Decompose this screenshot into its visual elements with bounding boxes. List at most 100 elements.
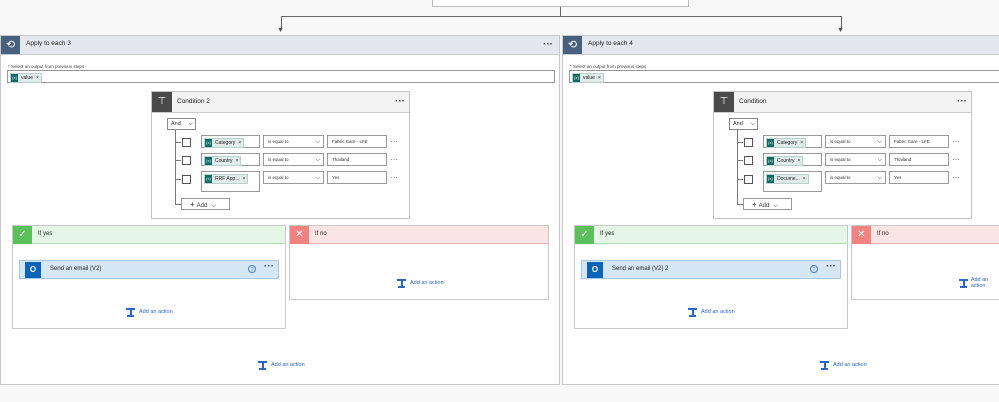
remove-token-icon[interactable]: ×: [238, 140, 241, 146]
add-action-button[interactable]: Add an action: [959, 277, 999, 289]
condition-lhs-field[interactable]: {x} Category ×: [201, 135, 260, 148]
operator-select[interactable]: is equal to ⌵: [263, 135, 324, 148]
add-action-button[interactable]: Add an action: [820, 359, 867, 371]
add-action-button[interactable]: Add an action: [126, 306, 173, 318]
condition: ⊤ Condition ··· And ⌵ {x} Category × is e…: [713, 91, 972, 219]
row-checkbox[interactable]: [744, 156, 753, 165]
add-action-icon: [820, 360, 829, 370]
remove-token-icon[interactable]: ×: [598, 75, 601, 81]
condition-lhs-field[interactable]: {x} Category ×: [763, 135, 822, 148]
row-more-icon[interactable]: ···: [952, 174, 960, 182]
output-input[interactable]: {x} value ×: [7, 70, 555, 83]
row-more-icon[interactable]: ···: [952, 138, 960, 146]
row-more-icon[interactable]: ···: [390, 174, 398, 182]
operator-select[interactable]: is equal to ⌵: [825, 135, 886, 148]
more-options-icon[interactable]: ···: [264, 262, 274, 272]
tree-line: [737, 179, 743, 180]
condition-value-input[interactable]: Thailand: [327, 153, 387, 166]
value-token[interactable]: {x} value ×: [10, 73, 42, 83]
approval-token[interactable]: {x} RRF App... ×: [204, 174, 249, 184]
if-no-header[interactable]: ✕ If no: [852, 226, 999, 244]
condition-value-input[interactable]: Fabric Care - LFE: [889, 135, 949, 148]
add-action-icon: [688, 307, 697, 317]
if-yes-header[interactable]: ✓ If yes: [575, 226, 847, 244]
remove-token-icon[interactable]: ×: [36, 75, 39, 81]
row-more-icon[interactable]: ···: [390, 156, 398, 164]
condition-title: Condition: [739, 98, 767, 105]
add-action-button[interactable]: Add an action: [688, 306, 735, 318]
more-options-icon[interactable]: ···: [826, 262, 836, 272]
condition-value-input[interactable]: Thailand: [889, 153, 949, 166]
condition-lhs-field[interactable]: {x} Country ×: [763, 153, 822, 166]
row-more-icon[interactable]: ···: [390, 138, 398, 146]
row-checkbox[interactable]: [744, 175, 753, 184]
if-no-branch: ✕ If no Add an action: [289, 225, 549, 300]
value-token[interactable]: {x} value ×: [572, 73, 604, 83]
loop-title: Apply to each 4: [588, 40, 633, 47]
condition-lhs-field[interactable]: {x} RRF App... ×: [201, 171, 260, 192]
row-checkbox[interactable]: [182, 156, 191, 165]
add-row-button[interactable]: + Add ⌵: [743, 198, 792, 210]
remove-token-icon[interactable]: ×: [236, 158, 239, 164]
condition-value-input[interactable]: Fabric Care - LFE: [327, 135, 387, 148]
add-action-icon: [397, 278, 406, 288]
condition-value-input[interactable]: Yes: [327, 171, 387, 184]
loop-header[interactable]: ⟲ Apply to each 4: [563, 36, 999, 55]
group-operator-select[interactable]: And ⌵: [729, 118, 758, 130]
dynamic-content-icon: {x}: [11, 74, 18, 82]
help-icon[interactable]: ?: [248, 265, 256, 273]
send-email-action[interactable]: O Send an email (V2) 2 ? ···: [581, 260, 841, 279]
document-token[interactable]: {x} Docume... ×: [766, 174, 809, 184]
row-checkbox[interactable]: [182, 138, 191, 147]
operator-select[interactable]: is equal to ⌵: [825, 153, 886, 166]
condition-header[interactable]: ⊤ Condition ···: [714, 92, 971, 113]
condition-lhs-field[interactable]: {x} Docume... ×: [763, 171, 822, 192]
condition-icon: ⊤: [714, 92, 734, 112]
if-yes-header[interactable]: ✓ If yes: [13, 226, 285, 244]
remove-token-icon[interactable]: ×: [800, 140, 803, 146]
group-operator-select[interactable]: And ⌵: [167, 118, 196, 130]
arrow-down-icon: ▼: [837, 27, 844, 34]
loop-header[interactable]: ⟲ Apply to each 3 ···: [1, 36, 559, 55]
more-options-icon[interactable]: ···: [543, 40, 553, 50]
condition-lhs-field[interactable]: {x} Country ×: [201, 153, 260, 166]
arrow-down-icon: ▼: [277, 27, 284, 34]
operator-select[interactable]: is equal to ⌵: [825, 171, 886, 184]
close-icon: ✕: [852, 226, 871, 244]
add-action-button[interactable]: Add an action: [397, 277, 444, 289]
if-no-header[interactable]: ✕ If no: [290, 226, 548, 244]
operator-select[interactable]: is equal to ⌵: [263, 171, 324, 184]
output-input[interactable]: {x} value ×: [569, 70, 999, 83]
loop-title: Apply to each 3: [26, 40, 71, 47]
operator-select[interactable]: is equal to ⌵: [263, 153, 324, 166]
category-token[interactable]: {x} Category ×: [204, 138, 245, 148]
send-email-action[interactable]: O Send an email (V2) ? ···: [19, 260, 279, 279]
row-checkbox[interactable]: [182, 175, 191, 184]
row-more-icon[interactable]: ···: [952, 156, 960, 164]
dynamic-content-icon: {x}: [205, 139, 212, 147]
outlook-icon: O: [587, 262, 603, 278]
category-token[interactable]: {x} Category ×: [766, 138, 807, 148]
row-checkbox[interactable]: [744, 138, 753, 147]
add-action-icon: [258, 360, 267, 370]
previous-step-card[interactable]: [432, 0, 689, 7]
condition-value-input[interactable]: Yes: [889, 171, 949, 184]
tree-line: [175, 142, 181, 143]
output-label: * Select an output from previous steps: [8, 64, 85, 69]
remove-token-icon[interactable]: ×: [803, 176, 806, 182]
country-token[interactable]: {x} Country ×: [204, 156, 242, 166]
dynamic-content-icon: {x}: [767, 175, 774, 183]
remove-token-icon[interactable]: ×: [798, 158, 801, 164]
remove-token-icon[interactable]: ×: [242, 176, 245, 182]
tree-line: [175, 160, 181, 161]
add-row-button[interactable]: + Add ⌵: [181, 198, 230, 210]
condition-header[interactable]: ⊤ Condition 2 ···: [152, 92, 409, 113]
country-token[interactable]: {x} Country ×: [766, 156, 804, 166]
more-options-icon[interactable]: ···: [395, 97, 405, 107]
if-yes-branch: ✓ If yes O Send an email (V2) ? ··· Add …: [12, 225, 286, 329]
add-action-icon: [126, 307, 135, 317]
condition-icon: ⊤: [152, 92, 172, 112]
more-options-icon[interactable]: ···: [957, 97, 967, 107]
add-action-button[interactable]: Add an action: [258, 359, 305, 371]
help-icon[interactable]: ?: [810, 265, 818, 273]
